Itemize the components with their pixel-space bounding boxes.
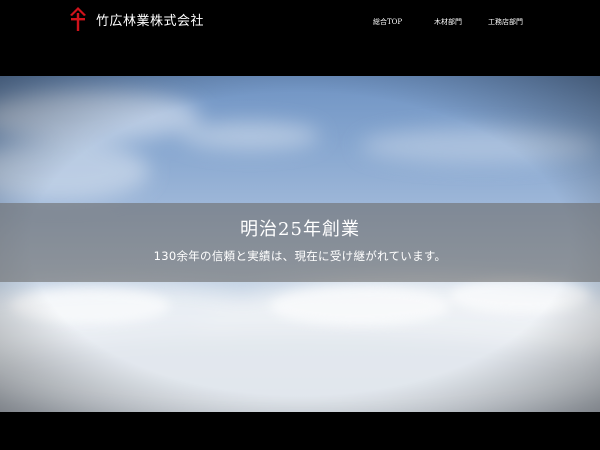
nav-item-lumber[interactable]: 木材部門 (434, 17, 462, 27)
nav-item-top[interactable]: 総合TOP (373, 17, 402, 27)
bottom-bar (0, 412, 600, 450)
nav-item-builder[interactable]: 工務店部門 (488, 17, 523, 27)
main-nav: 総合TOP 木材部門 工務店部門 (0, 17, 600, 31)
hero-caption-band: 明治25年創業 130余年の信頼と実績は、現在に受け継がれています。 (0, 203, 600, 282)
hero-subline: 130余年の信頼と実績は、現在に受け継がれています。 (153, 249, 447, 263)
hero-headline: 明治25年創業 (240, 219, 360, 240)
page: 竹広林業株式会社 総合TOP 木材部門 工務店部門 明治25年創業 130余年の… (0, 0, 600, 450)
header: 竹広林業株式会社 総合TOP 木材部門 工務店部門 (0, 0, 600, 76)
hero-banner: 明治25年創業 130余年の信頼と実績は、現在に受け継がれています。 (0, 76, 600, 412)
